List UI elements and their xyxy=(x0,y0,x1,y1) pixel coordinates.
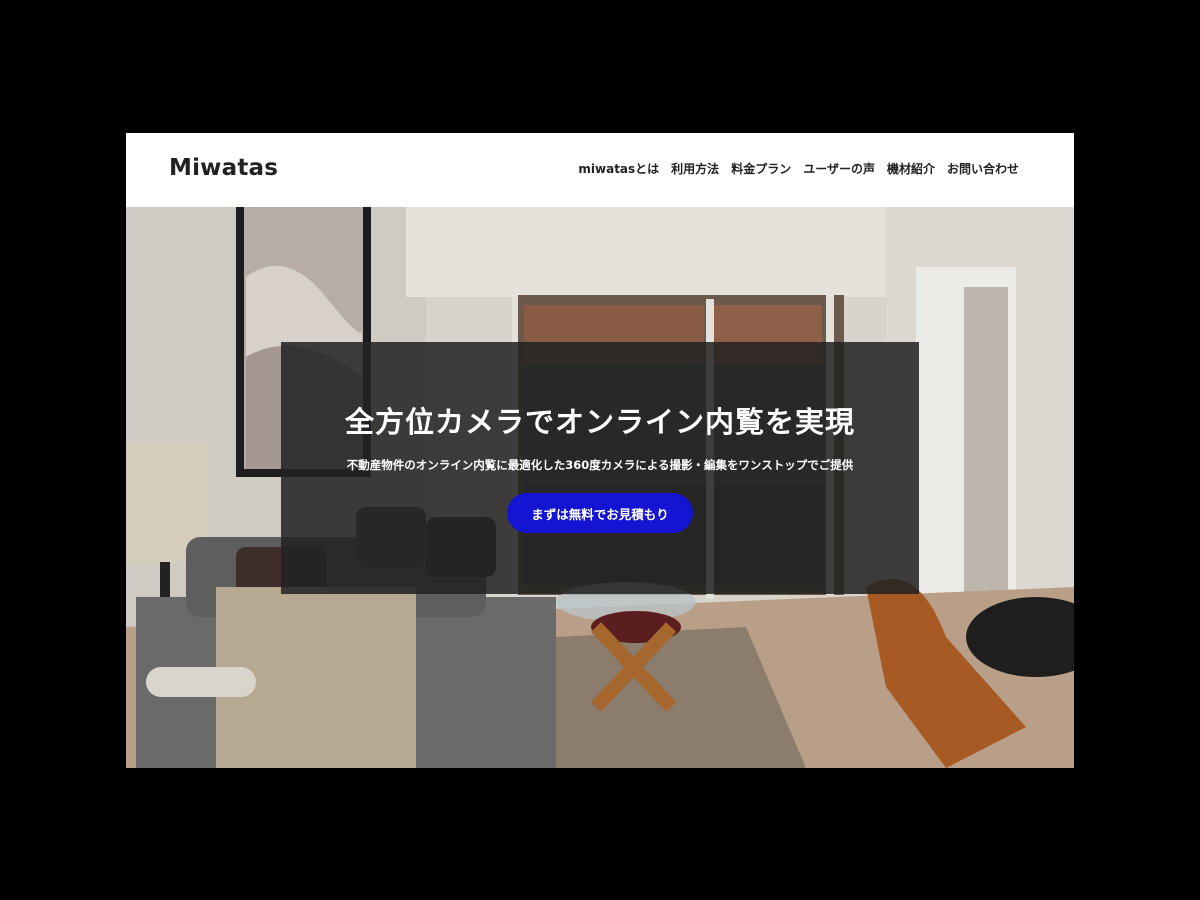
hero-title: 全方位カメラでオンライン内覧を実現 xyxy=(344,405,855,439)
nav-item-testimonials[interactable]: ユーザーの声 xyxy=(803,160,875,177)
hero-overlay-box: 全方位カメラでオンライン内覧を実現 不動産物件のオンライン内覧に最適化した360… xyxy=(281,342,919,594)
nav-item-contact[interactable]: お問い合わせ xyxy=(947,160,1019,177)
nav-item-pricing[interactable]: 料金プラン xyxy=(731,160,791,177)
hero-subtitle: 不動産物件のオンライン内覧に最適化した360度カメラによる撮影・編集をワンストッ… xyxy=(346,458,854,472)
site-logo[interactable]: Miwatas xyxy=(169,155,278,181)
browser-page: Miwatas miwatasとは 利用方法 料金プラン ユーザーの声 機材紹介… xyxy=(126,133,1074,768)
site-header: Miwatas miwatasとは 利用方法 料金プラン ユーザーの声 機材紹介… xyxy=(126,133,1074,207)
main-nav: miwatasとは 利用方法 料金プラン ユーザーの声 機材紹介 お問い合わせ xyxy=(578,160,1019,177)
nav-item-about[interactable]: miwatasとは xyxy=(578,160,659,177)
nav-item-usage[interactable]: 利用方法 xyxy=(671,160,719,177)
free-estimate-button[interactable]: まずは無料でお見積もり xyxy=(507,493,693,533)
nav-item-equipment[interactable]: 機材紹介 xyxy=(887,160,935,177)
hero-section: 全方位カメラでオンライン内覧を実現 不動産物件のオンライン内覧に最適化した360… xyxy=(126,207,1074,768)
